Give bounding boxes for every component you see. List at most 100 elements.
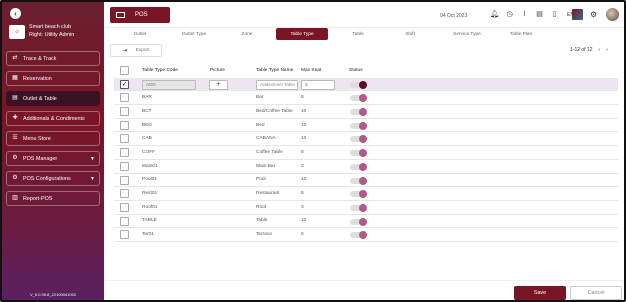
- table-row[interactable]: Pool01 Pool 10: [114, 174, 618, 188]
- column-header-picture: Picture: [210, 68, 225, 74]
- status-toggle[interactable]: [350, 162, 367, 171]
- outlet-icon: ▤: [12, 95, 18, 101]
- row-max-seat: 10: [301, 136, 307, 142]
- row-name: Bar: [256, 95, 264, 101]
- status-toggle[interactable]: [350, 80, 367, 89]
- document-icon[interactable]: ▤: [535, 10, 544, 19]
- status-toggle[interactable]: [350, 203, 367, 212]
- table-row[interactable]: Roof01 Roof 3: [114, 201, 618, 215]
- sidebar-item-pos-configurations[interactable]: ⚙ POS Configurations ▼: [6, 171, 100, 186]
- row-max-seat: 8: [301, 232, 304, 238]
- row-checkbox[interactable]: [120, 120, 129, 130]
- sidebar-item-pos-manager[interactable]: ⚙ POS Manager ▼: [6, 151, 100, 166]
- chart-icon[interactable]: ⌇: [520, 10, 529, 19]
- avatar[interactable]: [606, 8, 619, 21]
- file-icon[interactable]: ▯: [550, 10, 559, 19]
- sidebar-item-label: POS Manager: [23, 155, 58, 162]
- pagination: 1-12 of 12 ‹ ›: [570, 47, 608, 53]
- row-checkbox[interactable]: [120, 175, 129, 185]
- sidebar-item-trace-track[interactable]: ⇄ Trace & Track: [6, 51, 100, 66]
- export-button[interactable]: ⇥ Export: [110, 44, 162, 57]
- status-toggle[interactable]: [350, 190, 367, 199]
- club-logo-icon: ☼: [9, 25, 25, 39]
- table-row[interactable]: CAB CABANA 10: [114, 132, 618, 147]
- row-max-seat: 10: [301, 218, 307, 224]
- user-role: Right: Utility Admin: [29, 32, 75, 38]
- row-checkbox[interactable]: [120, 230, 129, 240]
- next-page-icon[interactable]: ›: [606, 47, 608, 53]
- row-checkbox[interactable]: [120, 134, 129, 144]
- column-header-name: Table Type Name: [256, 68, 294, 74]
- tab-zone[interactable]: Zone: [237, 28, 257, 40]
- table-row[interactable]: Main01 Main Bar 3: [114, 160, 618, 174]
- tab-table[interactable]: Table: [347, 28, 369, 40]
- table-row[interactable]: COFF Coffee Table 8: [114, 146, 618, 160]
- sidebar-item-menu-store[interactable]: ☰ Menu Store: [6, 131, 100, 146]
- sidebar-item-report-pos[interactable]: ▥ Report-POS: [6, 191, 100, 206]
- add-picture-button[interactable]: +: [209, 79, 228, 90]
- row-name: Coffee Table: [256, 149, 283, 155]
- table-row[interactable]: BED Bed 10: [114, 119, 618, 133]
- row-max-seat: 10: [301, 177, 307, 183]
- header-icons: 🔔︎ ◷ ⌇ ▤ ▯ EN: [490, 10, 574, 19]
- status-toggle[interactable]: [350, 217, 367, 226]
- status-toggle[interactable]: [350, 121, 367, 130]
- row-checkbox[interactable]: [120, 202, 129, 212]
- sidebar-item-label: POS Configurations: [23, 175, 71, 182]
- code-field[interactable]: ADD: [142, 79, 196, 90]
- row-max-seat: 10: [301, 108, 307, 114]
- tab-outlet-type[interactable]: Outlet Type: [176, 28, 212, 40]
- tab-service-type[interactable]: Service Type: [447, 28, 487, 40]
- add-row-checkbox[interactable]: ✓: [120, 79, 129, 89]
- sidebar-item-reservation[interactable]: ▦ Reservation: [6, 71, 100, 86]
- bell-icon[interactable]: 🔔︎: [490, 10, 499, 19]
- sidebar-item-label: Trace & Track: [23, 55, 57, 62]
- module-selector[interactable]: POS: [110, 7, 170, 23]
- row-code: BED: [142, 122, 152, 128]
- save-button[interactable]: Save: [514, 286, 566, 300]
- chevron-left-icon[interactable]: ‹: [10, 8, 21, 19]
- table-row[interactable]: BCT Bed/Coffee Table 10: [114, 105, 618, 119]
- row-max-seat: 3: [301, 163, 304, 169]
- status-toggle[interactable]: [350, 108, 367, 117]
- status-toggle[interactable]: [350, 135, 367, 144]
- status-toggle[interactable]: [350, 231, 367, 240]
- status-toggle[interactable]: [350, 149, 367, 158]
- tab-shift[interactable]: Shift: [400, 28, 420, 40]
- table-row[interactable]: Rest01 Restaurant 8: [114, 187, 618, 201]
- club-name: Smart beach club: [29, 24, 71, 30]
- table-row[interactable]: Ter01 Terrace 8: [114, 228, 618, 242]
- table-row[interactable]: TABLE Table 10: [114, 215, 618, 229]
- status-toggle[interactable]: [350, 94, 367, 103]
- row-checkbox[interactable]: [120, 93, 129, 103]
- row-checkbox[interactable]: [120, 216, 129, 226]
- profile-block: ☼ Smart beach club Right: Utility Admin: [6, 22, 100, 44]
- menu-icon: ☰: [12, 135, 18, 141]
- status-toggle[interactable]: [350, 176, 367, 185]
- row-code: Ter01: [142, 232, 154, 238]
- prev-page-icon[interactable]: ‹: [599, 47, 601, 53]
- gear-icon[interactable]: ⚙: [590, 10, 597, 19]
- app-logo-icon[interactable]: [572, 9, 583, 20]
- report-icon: ▥: [12, 195, 18, 201]
- additionals-icon: ✚: [12, 115, 18, 121]
- table-row[interactable]: BAR Bar 8: [114, 91, 618, 106]
- sidebar-item-outlet-table[interactable]: ▤ Outlet & Table: [6, 91, 100, 106]
- config-icon: ⚙: [12, 175, 18, 181]
- clock-icon[interactable]: ◷: [505, 10, 514, 19]
- cancel-button[interactable]: Cancel: [570, 286, 622, 300]
- row-name: Bed/Coffee Table: [256, 108, 293, 114]
- name-field[interactable]: Additionnel Table: [256, 79, 298, 90]
- row-checkbox[interactable]: [120, 161, 129, 171]
- tab-outlet[interactable]: Outlet: [128, 28, 152, 40]
- tab-table-type[interactable]: Table Type: [276, 28, 328, 40]
- row-checkbox[interactable]: [120, 107, 129, 117]
- max-seat-field[interactable]: 3: [301, 79, 335, 90]
- row-checkbox[interactable]: [120, 189, 129, 199]
- row-checkbox[interactable]: [120, 148, 129, 158]
- tab-table-plan[interactable]: Table Plan: [504, 28, 538, 40]
- select-all-checkbox[interactable]: [120, 66, 129, 75]
- sidebar-item-label: Menu Store: [23, 135, 51, 142]
- sidebar-item-additionals-condiments[interactable]: ✚ Additionals & Condiments: [6, 111, 100, 126]
- row-code: Rest01: [142, 191, 158, 197]
